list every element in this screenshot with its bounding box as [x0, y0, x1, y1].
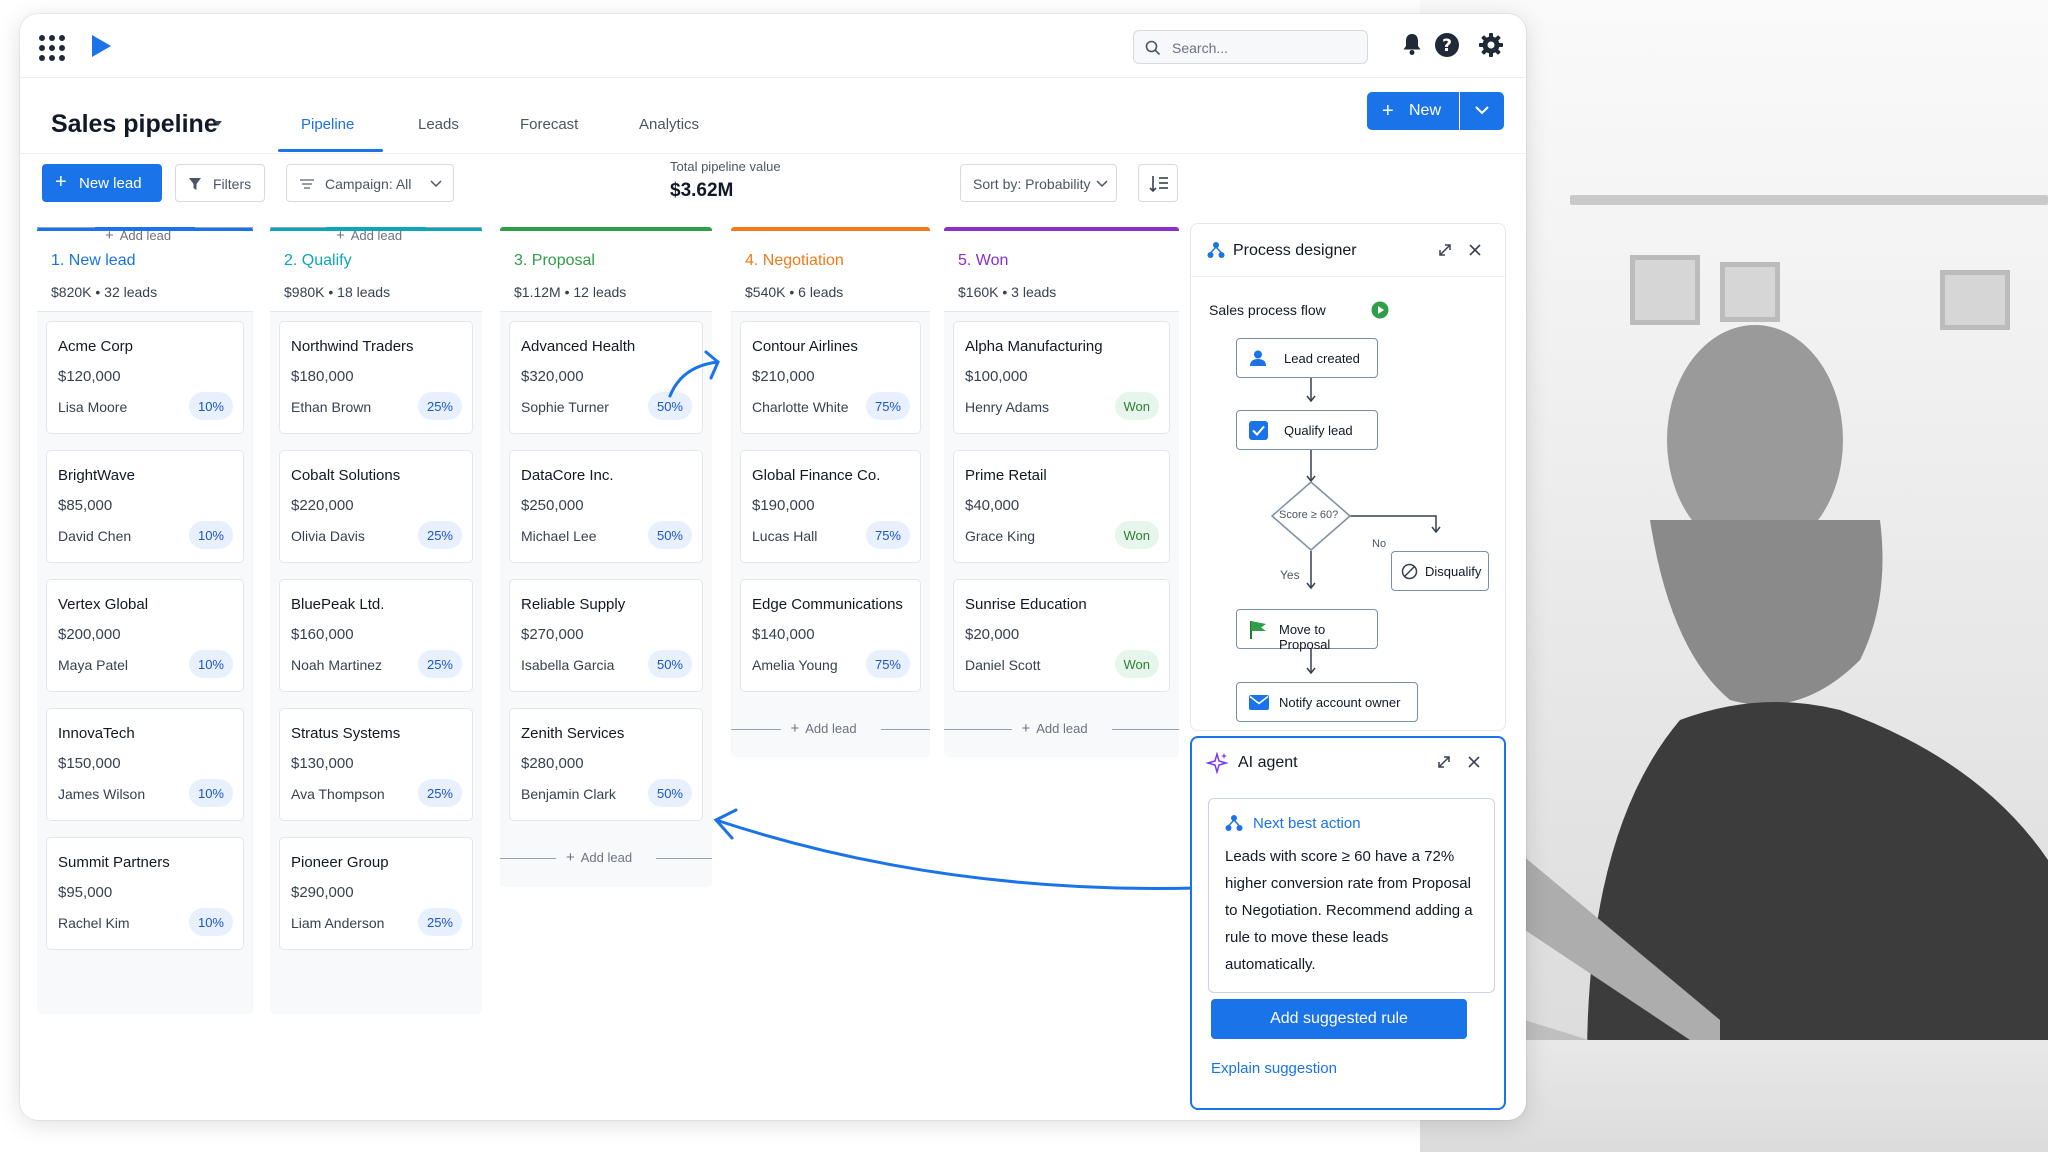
flow-node-lead-created[interactable]: Lead created — [1236, 338, 1378, 378]
explain-suggestion-link[interactable]: Explain suggestion — [1211, 1060, 1337, 1077]
next-best-action-text: Leads with score ≥ 60 have a 72% higher … — [1225, 848, 1473, 973]
mail-icon — [1249, 695, 1269, 710]
flow-node-move-to-proposal[interactable]: Move to Proposal — [1236, 609, 1378, 652]
decision-label[interactable]: Score ≥ 60? — [1279, 509, 1338, 521]
expand-icon[interactable] — [1436, 754, 1452, 770]
flow-node-qualify-lead[interactable]: Qualify lead — [1236, 410, 1378, 450]
sparkle-icon — [1206, 752, 1228, 774]
disqualify-icon — [1401, 563, 1418, 580]
next-best-action-card: Next best action Leads with score ≥ 60 h… — [1208, 798, 1495, 993]
flow-node-notify-owner[interactable]: Notify account owner — [1236, 682, 1418, 722]
process-designer-panel: Process designer Sales process flow Lead… — [1190, 223, 1506, 731]
ai-agent-panel: AI agent Next best action Leads with sco… — [1190, 736, 1506, 1110]
branch-no-label: No — [1372, 538, 1387, 550]
flow-node-disqualify[interactable]: Disqualify — [1391, 551, 1489, 591]
user-icon — [1250, 350, 1266, 366]
add-suggested-rule-button[interactable]: Add suggested rule — [1211, 999, 1467, 1039]
close-icon[interactable] — [1468, 756, 1480, 768]
ai-agent-title: AI agent — [1238, 754, 1298, 771]
arrow-curve-bottom — [714, 818, 1198, 890]
branch-yes-label: Yes — [1280, 568, 1300, 582]
flag-icon — [1250, 621, 1266, 639]
flow-connectors — [1270, 377, 1441, 675]
checkbox-icon — [1249, 421, 1268, 440]
flow-icon — [1225, 815, 1243, 831]
next-best-action-title: Next best action — [1253, 815, 1361, 832]
app-window: Search... ? Sales pipeline Pipeline Lead… — [20, 14, 1526, 1120]
